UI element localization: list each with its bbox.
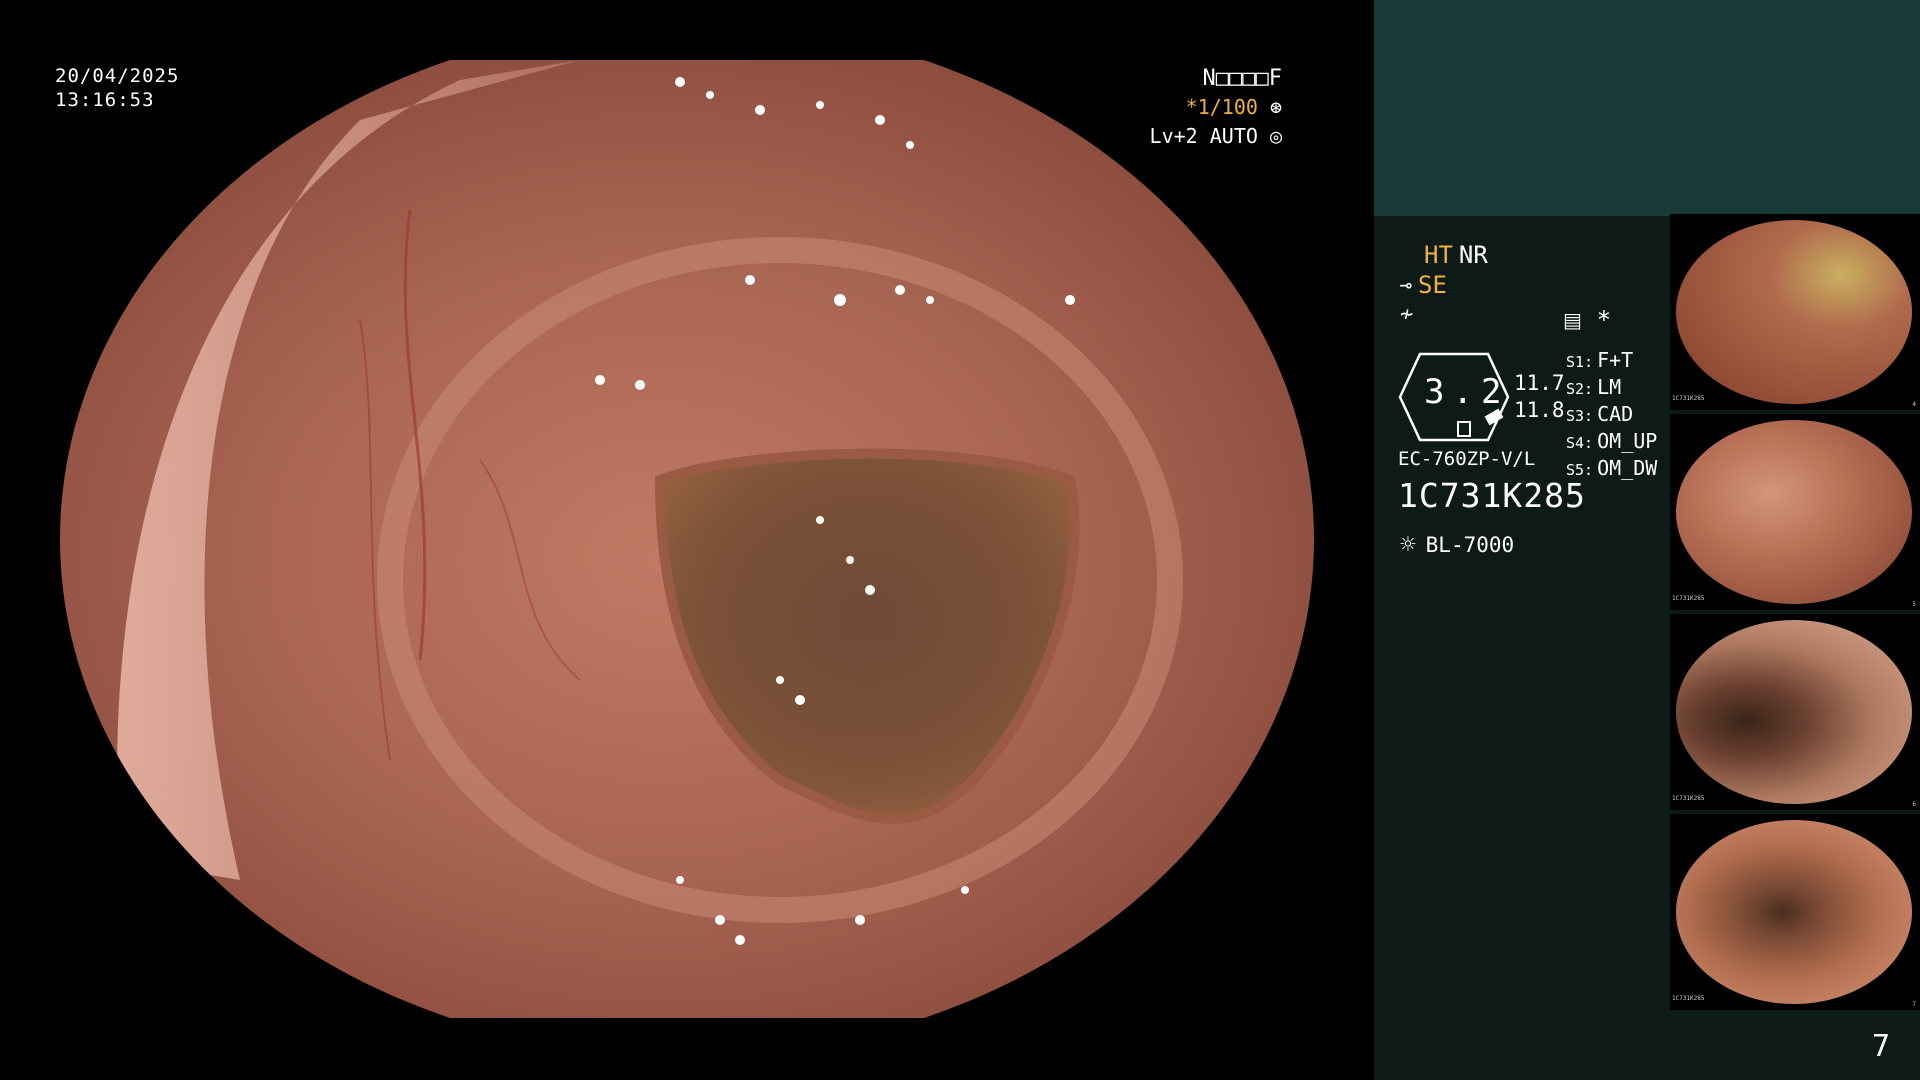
- thumbnail-4[interactable]: 1C731K285 7: [1670, 814, 1920, 1010]
- slot-item: S1: F+T: [1566, 348, 1634, 372]
- cross-wheel-icon: ⊛: [1269, 95, 1282, 119]
- patient-name-field: N□□□□F: [1202, 66, 1282, 91]
- memo-icon: ▤: [1563, 308, 1582, 332]
- zoom-sub-1: 11.7: [1514, 371, 1565, 395]
- thumbnail-label: 1C731K285: [1672, 795, 1705, 802]
- auto-ring-icon: ◎: [1269, 124, 1282, 148]
- nr-label: NR: [1458, 241, 1488, 269]
- thumbnail-image: [1676, 620, 1912, 804]
- thumbnail-number: 6: [1912, 801, 1916, 808]
- thumbnail-label: 1C731K285: [1672, 995, 1705, 1002]
- thumbnail-label: 1C731K285: [1672, 595, 1705, 602]
- slot-item: S4: OM_UP: [1566, 429, 1658, 453]
- zoom-value: 3.2: [1424, 372, 1510, 412]
- time-text: 13:16:53: [55, 89, 155, 111]
- light-source: ☼ BL-7000: [1400, 530, 1514, 560]
- star-mark: *: [1597, 306, 1610, 334]
- zoom-sub-2: 11.8: [1514, 398, 1565, 422]
- scope-serial: 1C731K285: [1398, 476, 1586, 515]
- level-auto: Lv+2 AUTO: [1149, 124, 1258, 148]
- ht-label: HT: [1424, 241, 1453, 269]
- scope-model: EC-760ZP-V/L: [1398, 448, 1536, 470]
- colon-lumen-image: [117, 60, 1183, 945]
- thumbnail-number: 7: [1912, 1001, 1916, 1008]
- scope-switch-list: S1: F+T S2: LM S3: CAD S4: OM_UP S5: OM_DW: [1566, 348, 1657, 483]
- light-source-label: BL-7000: [1425, 533, 1515, 557]
- thumbnail-3[interactable]: 1C731K285 6: [1670, 614, 1920, 810]
- thumbnail-image: [1676, 420, 1912, 604]
- endoscope-main-view: [60, 60, 1314, 1018]
- thumbnail-label: 1C731K285: [1672, 395, 1705, 402]
- processing-modes: HT NR ⊸ SE ≁: [1400, 240, 1488, 330]
- memo-row: ▤ *: [1563, 306, 1610, 334]
- zoom-sub-values: 11.7 11.8: [1514, 370, 1565, 424]
- timestamp: 20/04/2025 13:16:53: [55, 64, 179, 112]
- thumbnail-1[interactable]: 1C731K285 4: [1670, 214, 1920, 410]
- thumbnail-number: 5: [1912, 601, 1916, 608]
- panel-header-area: [1374, 0, 1920, 216]
- sun-icon: ☼: [1400, 530, 1416, 560]
- slot-item: S2: LM: [1566, 375, 1622, 399]
- shutter-row: *1/100 ⊛: [1150, 93, 1282, 122]
- page-number: 7: [1871, 1029, 1890, 1064]
- thumbnail-image: [1676, 220, 1912, 404]
- thumbnail-image: [1676, 820, 1912, 1004]
- thumbnail-number: 4: [1912, 401, 1916, 408]
- date-text: 20/04/2025: [55, 65, 180, 87]
- scope-sensor-icon: ⊸: [1400, 273, 1413, 297]
- shutter-speed: *1/100: [1185, 95, 1258, 119]
- level-row: Lv+2 AUTO ◎: [1150, 122, 1282, 151]
- sub-icon: ≁: [1400, 302, 1414, 327]
- se-label: SE: [1418, 271, 1447, 299]
- capture-thumbnails: 1C731K285 4 1C731K285 5 1C731K285 6 1C73…: [1670, 214, 1920, 1014]
- capture-settings: N□□□□F *1/100 ⊛ Lv+2 AUTO ◎: [1150, 64, 1282, 151]
- slot-item: S3: CAD: [1566, 402, 1634, 426]
- thumbnail-2[interactable]: 1C731K285 5: [1670, 414, 1920, 610]
